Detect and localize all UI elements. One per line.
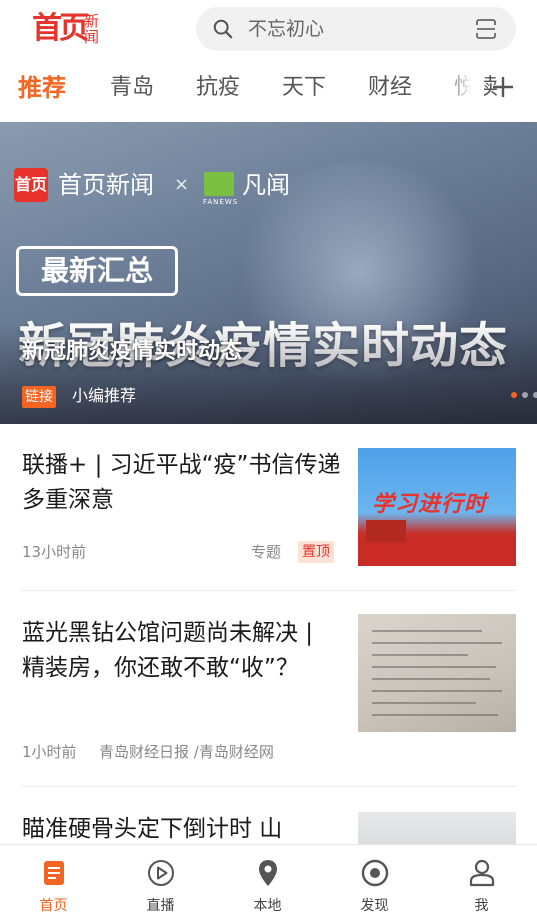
document-line bbox=[372, 666, 496, 668]
nav-discover-label: 发现 bbox=[360, 898, 389, 914]
channel-tabs: 推荐 青岛 抗疫 天下 财经 悦读 bbox=[0, 58, 537, 120]
app-header: 首页 新闻 不忘初心 bbox=[0, 0, 537, 58]
news-source: 青岛财经日报 /青岛财经网 bbox=[99, 743, 274, 761]
news-item[interactable]: 联播+ | 习近平战“疫”书信传递多重深意 13小时前 专题 置顶 学习进行时 bbox=[0, 424, 537, 592]
discover-icon bbox=[361, 859, 389, 887]
user-icon bbox=[469, 859, 495, 887]
news-thumbnail bbox=[358, 812, 516, 844]
search-placeholder: 不忘初心 bbox=[248, 18, 325, 40]
news-thumbnail: 学习进行时 bbox=[358, 448, 516, 566]
nav-local-label: 本地 bbox=[253, 898, 282, 914]
hero-banner[interactable]: 首页 首页新闻 × FANEWS 凡闻 最新汇总 新冠肺炎疫情实时动态 新冠肺炎… bbox=[0, 122, 537, 424]
document-line bbox=[372, 690, 502, 692]
document-line bbox=[372, 714, 498, 716]
app-logo[interactable]: 首页 新闻 bbox=[32, 10, 104, 50]
nav-me-label: 我 bbox=[474, 898, 489, 914]
news-title: 瞄准硬骨头定下倒计时 山 bbox=[22, 816, 283, 842]
carousel-dot[interactable] bbox=[522, 392, 528, 398]
news-item[interactable]: 瞄准硬骨头定下倒计时 山 bbox=[0, 788, 537, 844]
carousel-dot-active[interactable] bbox=[511, 392, 517, 398]
logo-main-text: 首页 bbox=[32, 11, 89, 46]
news-title: 联播+ | 习近平战“疫”书信传递多重深意 bbox=[22, 452, 341, 513]
banner-times-sign: × bbox=[174, 174, 190, 195]
tab-fade bbox=[444, 70, 484, 106]
play-icon bbox=[148, 860, 174, 886]
tab-recommend[interactable]: 推荐 bbox=[18, 73, 66, 103]
tab-finance[interactable]: 财经 bbox=[368, 73, 412, 103]
banner-brand-logo: 首页 bbox=[14, 168, 48, 202]
document-line bbox=[372, 642, 502, 644]
news-topic-label: 专题 bbox=[251, 543, 282, 561]
partner-logo-sub: FANEWS bbox=[203, 198, 239, 206]
banner-brand-name: 首页新闻 bbox=[58, 171, 154, 199]
tab-world[interactable]: 天下 bbox=[282, 73, 326, 103]
home-news-icon bbox=[44, 861, 64, 885]
banner-badge: 最新汇总 bbox=[16, 246, 178, 296]
location-pin-icon bbox=[259, 860, 277, 886]
nav-me[interactable]: 我 bbox=[428, 845, 535, 918]
partner-name: 凡闻 bbox=[242, 171, 290, 199]
search-icon bbox=[213, 19, 233, 39]
pinned-badge: 置顶 bbox=[298, 541, 334, 563]
banner-headline: 新冠肺炎疫情实时动态 bbox=[22, 339, 243, 364]
banner-source: 小编推荐 bbox=[72, 386, 137, 405]
thumbnail-caption: 学习进行时 bbox=[372, 492, 488, 517]
search-bar[interactable]: 不忘初心 bbox=[196, 7, 516, 51]
news-time: 13小时前 bbox=[22, 543, 87, 561]
document-line bbox=[372, 678, 490, 680]
bottom-navigation: 首页 直播 本地 发现 我 bbox=[0, 844, 537, 918]
add-channel-icon[interactable] bbox=[488, 72, 518, 102]
tab-qingdao[interactable]: 青岛 bbox=[110, 73, 154, 103]
banner-link-tag: 链接 bbox=[22, 386, 56, 408]
carousel-dot[interactable] bbox=[533, 392, 537, 398]
scan-icon[interactable] bbox=[474, 17, 498, 41]
nav-home[interactable]: 首页 bbox=[0, 845, 107, 918]
news-title: 蓝光黑钻公馆问题尚未解决 | 精装房，你还敢不敢“收”？ bbox=[22, 620, 314, 681]
news-item[interactable]: 蓝光黑钻公馆问题尚未解决 | 精装房，你还敢不敢“收”？ 1小时前 青岛财经日报… bbox=[0, 592, 537, 788]
nav-home-label: 首页 bbox=[39, 898, 68, 914]
news-thumbnail bbox=[358, 614, 516, 732]
document-line bbox=[372, 654, 468, 656]
nav-live-label: 直播 bbox=[146, 898, 175, 914]
divider bbox=[22, 786, 516, 787]
partner-logo-mark bbox=[204, 172, 234, 196]
nav-local[interactable]: 本地 bbox=[214, 845, 321, 918]
nav-discover[interactable]: 发现 bbox=[321, 845, 428, 918]
document-line bbox=[372, 702, 476, 704]
logo-side-text: 新闻 bbox=[84, 12, 100, 46]
document-line bbox=[372, 630, 482, 632]
news-time: 1小时前 bbox=[22, 743, 77, 761]
divider bbox=[22, 590, 516, 591]
nav-live[interactable]: 直播 bbox=[107, 845, 214, 918]
tab-anti-epidemic[interactable]: 抗疫 bbox=[196, 73, 240, 103]
thumbnail-gate bbox=[366, 520, 406, 542]
